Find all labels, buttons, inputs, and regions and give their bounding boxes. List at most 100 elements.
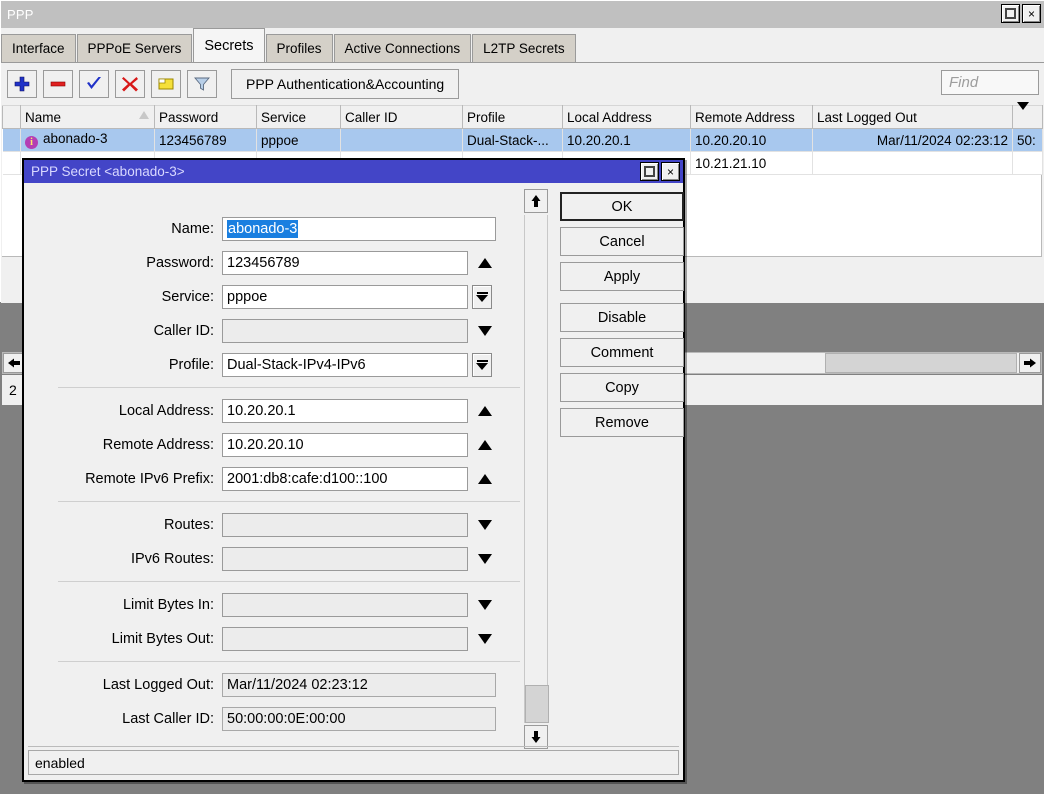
filter-button[interactable] [187,70,217,98]
expand-up-icon[interactable] [478,440,492,450]
input-profile[interactable]: Dual-Stack-IPv4-IPv6 [222,353,468,377]
field-row-limit-bytes-in: Limit Bytes In: [24,591,520,619]
label-name: Name: [24,221,222,237]
field-row-remote-ipv6-prefix: Remote IPv6 Prefix: 2001:db8:cafe:d100::… [24,465,520,493]
minus-icon [49,75,67,93]
input-routes[interactable] [222,513,468,537]
comment-button[interactable] [151,70,181,98]
tab-bar: Interface PPPoE Servers Secrets Profiles… [1,29,1044,63]
expand-down-icon[interactable] [478,520,492,530]
cancel-button[interactable]: Cancel [560,227,684,256]
expand-down-icon[interactable] [478,554,492,564]
disable-button[interactable]: Disable [560,303,684,332]
cell-profile: Dual-Stack-... [463,129,563,152]
column-header-local-address[interactable]: Local Address [563,106,691,129]
dialog-controls: × [640,162,680,181]
label-ipv6-routes: IPv6 Routes: [24,551,222,567]
dialog-close-button[interactable]: × [661,162,680,181]
tab-secrets[interactable]: Secrets [193,28,264,62]
tab-pppoe-servers[interactable]: PPPoE Servers [77,34,193,62]
enable-button[interactable] [79,70,109,98]
dialog-maximize-button[interactable] [640,162,659,181]
cell-password: 123456789 [155,129,257,152]
tab-l2tp-secrets[interactable]: L2TP Secrets [472,34,576,62]
input-name[interactable]: abonado-3 [222,217,496,241]
input-name-value: abonado-3 [227,220,298,238]
field-row-name: Name: abonado-3 [24,215,520,243]
field-row-routes: Routes: [24,511,520,539]
input-ipv6-routes[interactable] [222,547,468,571]
cell-name: iabonado-3 [21,129,155,152]
scroll-track[interactable] [524,215,548,723]
copy-button[interactable]: Copy [560,373,684,402]
label-service: Service: [24,289,222,305]
tab-profiles[interactable]: Profiles [266,34,333,62]
field-row-caller-id: Caller ID: [24,317,520,345]
expand-up-icon[interactable] [478,406,492,416]
input-caller-id[interactable] [222,319,468,343]
tab-active-connections[interactable]: Active Connections [334,34,472,62]
input-service[interactable]: pppoe [222,285,468,309]
dialog-title: PPP Secret <abonado-3> [24,164,185,179]
status-text: enabled [35,755,85,771]
profile-dropdown-button[interactable] [472,353,492,377]
add-button[interactable] [7,70,37,98]
column-header-password[interactable]: Password [155,106,257,129]
maximize-button[interactable] [1001,4,1020,23]
comment-button[interactable]: Comment [560,338,684,367]
maximize-icon [644,166,655,177]
row-marker [3,152,21,175]
input-remote-address[interactable]: 10.20.20.10 [222,433,468,457]
find-input[interactable]: Find [941,70,1039,95]
input-local-address[interactable]: 10.20.20.1 [222,399,468,423]
scroll-right-button[interactable] [1019,353,1041,373]
column-header-remote-address[interactable]: Remote Address [691,106,813,129]
expand-down-icon[interactable] [478,634,492,644]
scroll-thumb[interactable] [525,685,549,723]
close-button[interactable]: × [1022,4,1041,23]
dialog-vertical-scrollbar[interactable] [524,189,548,751]
expand-down-icon[interactable] [478,600,492,610]
field-row-last-caller-id: Last Caller ID: 50:00:00:0E:00:00 [24,705,520,733]
expand-up-icon[interactable] [478,474,492,484]
dialog-titlebar: PPP Secret <abonado-3> × [24,160,683,183]
ok-button[interactable]: OK [560,192,684,221]
label-routes: Routes: [24,517,222,533]
input-limit-bytes-in[interactable] [222,593,468,617]
funnel-icon [193,75,211,93]
field-row-last-logged-out: Last Logged Out: Mar/11/2024 02:23:12 [24,671,520,699]
scroll-up-button[interactable] [524,189,548,213]
column-chooser-button[interactable] [1013,106,1043,129]
column-header-name[interactable]: Name [21,106,155,129]
column-header-caller-id[interactable]: Caller ID [341,106,463,129]
cell-overflow [1013,152,1043,175]
label-limit-bytes-out: Limit Bytes Out: [24,631,222,647]
table-row[interactable]: iabonado-3 123456789 pppoe Dual-Stack-..… [3,129,1043,152]
dialog-status-bar: enabled [28,750,679,775]
tab-interface[interactable]: Interface [1,34,76,62]
label-caller-id: Caller ID: [24,323,222,339]
expand-down-icon[interactable] [478,326,492,336]
service-dropdown-button[interactable] [472,285,492,309]
input-last-caller-id: 50:00:00:0E:00:00 [222,707,496,731]
table-header-row: Name Password Service Caller ID Profile … [3,106,1043,129]
input-remote-ipv6-prefix[interactable]: 2001:db8:cafe:d100::100 [222,467,468,491]
column-header-service[interactable]: Service [257,106,341,129]
scroll-thumb[interactable] [825,353,1017,373]
remove-button[interactable] [43,70,73,98]
ppp-authentication-accounting-button[interactable]: PPP Authentication&Accounting [231,69,459,99]
input-limit-bytes-out[interactable] [222,627,468,651]
column-header-profile[interactable]: Profile [463,106,563,129]
toolbar: PPP Authentication&Accounting Find [1,64,1044,104]
remove-button[interactable]: Remove [560,408,684,437]
disable-button[interactable] [115,70,145,98]
arrow-down-icon [530,730,542,744]
input-password[interactable]: 123456789 [222,251,468,275]
dialog-body: Name: abonado-3 Password: 123456789 Serv… [24,183,683,757]
expand-up-icon[interactable] [478,258,492,268]
arrow-up-icon [530,194,542,208]
divider [58,661,520,662]
row-marker [3,129,21,152]
column-header-last-logged-out[interactable]: Last Logged Out [813,106,1013,129]
apply-button[interactable]: Apply [560,262,684,291]
